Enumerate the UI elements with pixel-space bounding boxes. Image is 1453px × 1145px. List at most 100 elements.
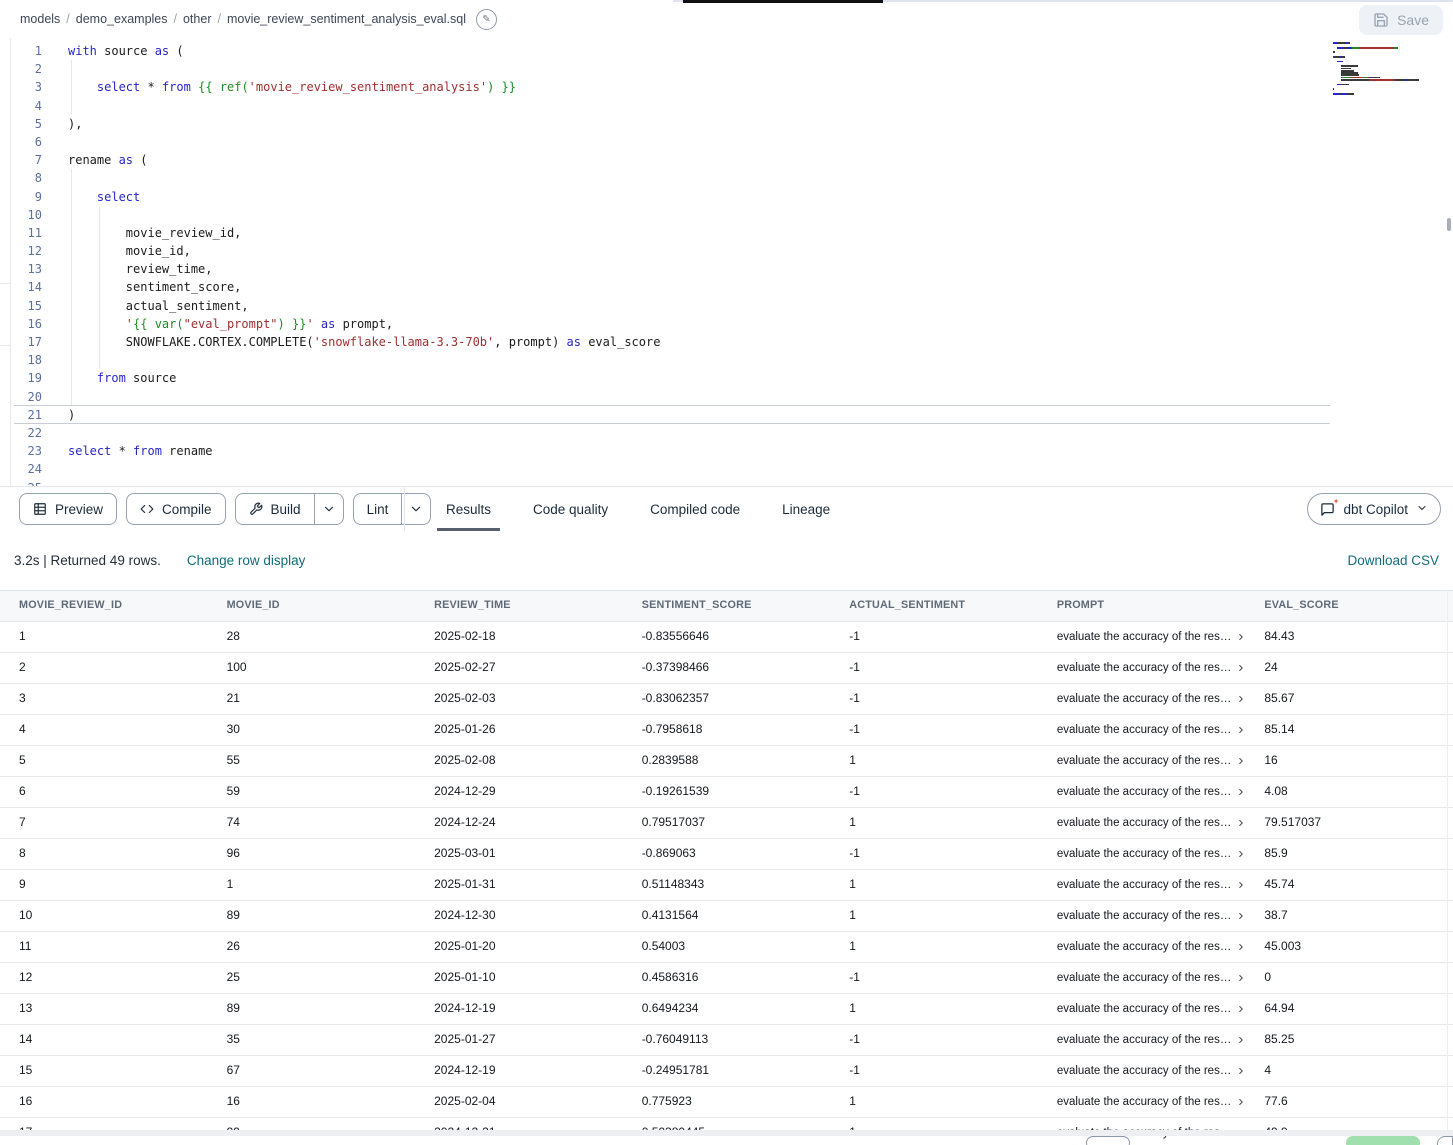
prompt-expand-chevron-icon[interactable] <box>1236 1004 1245 1014</box>
prompt-expand-chevron-icon[interactable] <box>1236 632 1245 642</box>
bottom-partial-green-pill[interactable] <box>1346 1136 1420 1145</box>
table-row[interactable]: 6592024-12-29-0.19261539-1evaluate the a… <box>0 777 1453 808</box>
prompt-expand-chevron-icon[interactable] <box>1236 1035 1245 1045</box>
table-row[interactable]: 21002025-02-27-0.37398466-1evaluate the … <box>0 653 1453 684</box>
download-csv-link[interactable]: Download CSV <box>1347 553 1439 568</box>
code-line[interactable]: 9 select <box>0 188 1453 206</box>
code-line[interactable]: 16 '{{ var("eval_prompt") }}' as prompt, <box>0 315 1453 333</box>
code-line[interactable]: 3 select * from {{ ref('movie_review_sen… <box>0 78 1453 96</box>
editor-minimap[interactable] <box>1333 42 1445 104</box>
code-line[interactable]: 21) <box>0 406 1453 424</box>
change-row-display-link[interactable]: Change row display <box>187 553 306 568</box>
editor-scrollbar-thumb[interactable] <box>1447 218 1451 231</box>
prompt-expand-chevron-icon[interactable] <box>1236 973 1245 983</box>
bottom-divider-band <box>0 1130 1453 1136</box>
breadcrumb-item-other[interactable]: other <box>183 12 212 26</box>
build-button[interactable]: Build <box>235 493 344 525</box>
code-line[interactable]: 15 actual_sentiment, <box>0 297 1453 315</box>
table-row[interactable]: 7742024-12-240.795170371evaluate the acc… <box>0 808 1453 839</box>
prompt-expand-chevron-icon[interactable] <box>1236 694 1245 704</box>
table-row[interactable]: 15672024-12-19-0.24951781-1evaluate the … <box>0 1056 1453 1087</box>
table-row[interactable]: 1282025-02-18-0.83556646-1evaluate the a… <box>0 622 1453 653</box>
column-header-review-time[interactable]: REVIEW_TIME <box>415 591 623 621</box>
code-line[interactable]: 12 movie_id, <box>0 242 1453 260</box>
code-line[interactable]: 4 <box>0 97 1453 115</box>
dbt-copilot-button[interactable]: ✦ dbt Copilot <box>1307 493 1441 525</box>
code-line[interactable]: 17 SNOWFLAKE.CORTEX.COMPLETE('snowflake-… <box>0 333 1453 351</box>
table-cell: 0.4131564 <box>623 901 831 931</box>
code-line[interactable]: 20 <box>0 388 1453 406</box>
code-line[interactable]: 1with source as ( <box>0 42 1453 60</box>
line-number: 9 <box>0 188 42 206</box>
code-line[interactable]: 24 <box>0 460 1453 478</box>
table-row[interactable]: 10892024-12-300.41315641evaluate the acc… <box>0 901 1453 932</box>
breadcrumb-item-demo-examples[interactable]: demo_examples <box>76 12 168 26</box>
table-row[interactable]: 5552025-02-080.28395881evaluate the accu… <box>0 746 1453 777</box>
table-cell: 13 <box>0 994 208 1024</box>
prompt-expand-chevron-icon[interactable] <box>1236 911 1245 921</box>
code-line[interactable]: 11 movie_review_id, <box>0 224 1453 242</box>
tab-lineage[interactable]: Lineage <box>773 487 839 531</box>
code-line[interactable]: 25 <box>0 479 1453 487</box>
code-line[interactable]: 10 <box>0 206 1453 224</box>
table-row[interactable]: 14352025-01-27-0.76049113-1evaluate the … <box>0 1025 1453 1056</box>
column-header-sentiment-score[interactable]: SENTIMENT_SCORE <box>623 591 831 621</box>
tab-compiled-code[interactable]: Compiled code <box>641 487 749 531</box>
table-cell: 16 <box>1245 746 1453 776</box>
code-line[interactable]: 23select * from rename <box>0 442 1453 460</box>
table-cell: 28 <box>208 622 416 652</box>
code-line[interactable]: 18 <box>0 351 1453 369</box>
copilot-edit-icon[interactable]: ✎ <box>476 9 497 30</box>
table-row[interactable]: 16162025-02-040.7759231evaluate the accu… <box>0 1087 1453 1118</box>
code-line[interactable]: 5), <box>0 115 1453 133</box>
code-line[interactable]: 22 <box>0 424 1453 442</box>
prompt-expand-chevron-icon[interactable] <box>1236 1066 1245 1076</box>
prompt-expand-chevron-icon[interactable] <box>1236 787 1245 797</box>
code-line[interactable]: 6 <box>0 133 1453 151</box>
prompt-cell: evaluate the accuracy of the res… <box>1038 839 1246 869</box>
prompt-expand-chevron-icon[interactable] <box>1236 725 1245 735</box>
code-editor[interactable]: 1with source as (23 select * from {{ ref… <box>0 38 1453 486</box>
line-number: 22 <box>0 424 42 442</box>
table-row[interactable]: 4302025-01-26-0.7958618-1evaluate the ac… <box>0 715 1453 746</box>
prompt-expand-chevron-icon[interactable] <box>1236 756 1245 766</box>
build-dropdown-button[interactable] <box>314 494 343 524</box>
bottom-partial-button[interactable] <box>1086 1136 1130 1145</box>
compile-button[interactable]: Compile <box>126 493 226 525</box>
column-header-prompt[interactable]: PROMPT <box>1038 591 1246 621</box>
table-cell: -1 <box>830 715 1038 745</box>
table-row[interactable]: 11262025-01-200.540031evaluate the accur… <box>0 932 1453 963</box>
code-line[interactable]: 13 review_time, <box>0 260 1453 278</box>
prompt-cell: evaluate the accuracy of the res… <box>1038 808 1246 838</box>
tab-code-quality[interactable]: Code quality <box>524 487 617 531</box>
prompt-expand-chevron-icon[interactable] <box>1236 942 1245 952</box>
prompt-expand-chevron-icon[interactable] <box>1236 663 1245 673</box>
prompt-expand-chevron-icon[interactable] <box>1236 880 1245 890</box>
table-cell: -1 <box>830 1025 1038 1055</box>
column-header-actual-sentiment[interactable]: ACTUAL_SENTIMENT <box>830 591 1038 621</box>
breadcrumb-item-models[interactable]: models <box>20 12 60 26</box>
code-line[interactable]: 19 from source <box>0 369 1453 387</box>
table-row[interactable]: 3212025-02-03-0.83062357-1evaluate the a… <box>0 684 1453 715</box>
prompt-expand-chevron-icon[interactable] <box>1236 1097 1245 1107</box>
bottom-partial-button[interactable] <box>1437 1136 1453 1145</box>
code-line[interactable]: 7rename as ( <box>0 151 1453 169</box>
prompt-expand-chevron-icon[interactable] <box>1236 849 1245 859</box>
table-row[interactable]: 13892024-12-190.64942341evaluate the acc… <box>0 994 1453 1025</box>
table-row[interactable]: 912025-01-310.511483431evaluate the accu… <box>0 870 1453 901</box>
column-header-movie-id[interactable]: MOVIE_ID <box>208 591 416 621</box>
save-button[interactable]: Save <box>1359 5 1443 35</box>
tab-results[interactable]: Results <box>437 487 500 531</box>
prompt-expand-chevron-icon[interactable] <box>1236 818 1245 828</box>
column-header-movie-review-id[interactable]: MOVIE_REVIEW_ID <box>0 591 208 621</box>
code-line[interactable]: 8 <box>0 169 1453 187</box>
column-header-eval-score[interactable]: EVAL_SCORE <box>1245 591 1453 621</box>
breadcrumb-separator: / <box>66 12 69 26</box>
table-cell: 0.79517037 <box>623 808 831 838</box>
code-lines[interactable]: 1with source as (23 select * from {{ ref… <box>0 42 1453 486</box>
table-row[interactable]: 12252025-01-100.4586316-1evaluate the ac… <box>0 963 1453 994</box>
code-line[interactable]: 14 sentiment_score, <box>0 278 1453 296</box>
table-row[interactable]: 8962025-03-01-0.869063-1evaluate the acc… <box>0 839 1453 870</box>
code-line[interactable]: 2 <box>0 60 1453 78</box>
preview-button[interactable]: Preview <box>19 493 117 525</box>
